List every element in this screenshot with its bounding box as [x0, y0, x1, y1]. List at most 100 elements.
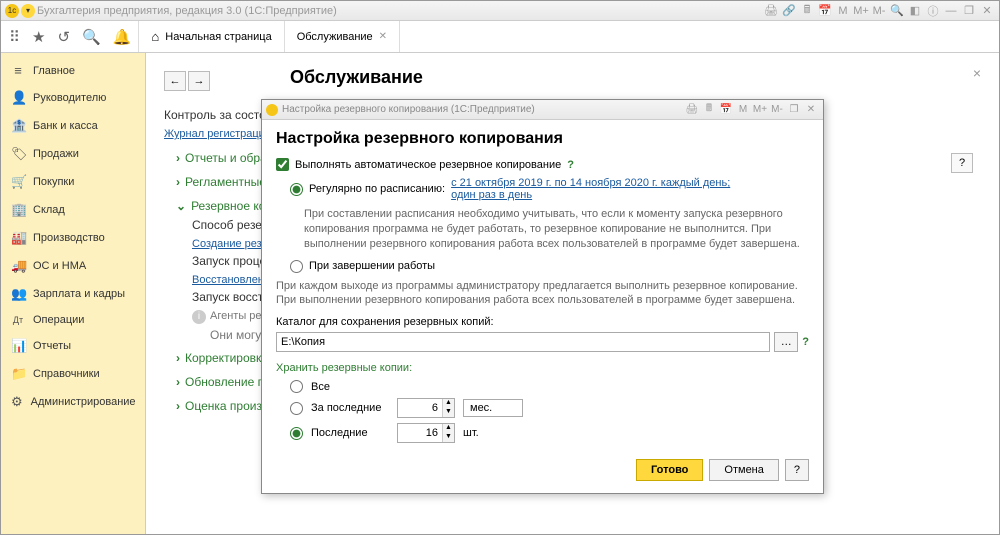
sidebar-item-label: Операции [33, 314, 84, 326]
bell-icon[interactable]: 🔔 [113, 28, 132, 46]
catalog-input[interactable] [276, 332, 770, 352]
maximize-icon[interactable]: ❐ [961, 4, 977, 18]
calendar-icon[interactable]: 📅 [817, 4, 833, 18]
sidebar-item-label: Справочники [33, 368, 100, 380]
tag-icon: 🏷 [11, 146, 25, 162]
sidebar-item-sales[interactable]: 🏷Продажи [1, 140, 145, 168]
up-icon[interactable]: ▲ [443, 399, 454, 408]
sidebar-item-operations[interactable]: ДтОперации [1, 308, 145, 332]
home-icon: ⌂ [151, 29, 159, 44]
truck-icon: 🚚 [11, 258, 25, 274]
sidebar-item-catalogs[interactable]: 📁 Справочники [1, 360, 145, 388]
print-icon[interactable]: 🖨 [763, 4, 779, 18]
gear-icon: ⚙ [11, 394, 23, 410]
sidebar-item-reports[interactable]: 📊Отчеты [1, 332, 145, 360]
m-plus-icon[interactable]: M+ [853, 4, 869, 18]
content-close-icon[interactable]: × [973, 65, 981, 81]
lastcount-spinner[interactable]: ▲▼ [397, 423, 455, 443]
building-icon: 🏢 [11, 202, 25, 218]
dialog-help-button[interactable]: ? [785, 459, 809, 481]
sidebar-item-bank[interactable]: 🏦Банк и касса [1, 112, 145, 140]
down-icon[interactable]: ▼ [443, 408, 454, 417]
search-toolbar-icon[interactable]: 🔍 [82, 28, 101, 46]
sidebar-item-label: ОС и НМА [33, 260, 86, 272]
link-icon[interactable]: 🔗 [781, 4, 797, 18]
calc-icon[interactable]: 🖩 [799, 4, 815, 18]
auto-backup-checkbox[interactable] [276, 158, 289, 171]
dialog-m-icon[interactable]: M [735, 103, 751, 117]
page-title: Обслуживание [290, 67, 423, 88]
auto-backup-label: Выполнять автоматическое резервное копир… [295, 159, 561, 171]
retain-label: Хранить резервные копии: [276, 362, 809, 374]
catalog-help-icon[interactable]: ? [802, 336, 809, 348]
up-icon[interactable]: ▲ [443, 424, 454, 433]
m-icon[interactable]: M [835, 4, 851, 18]
panel-icon[interactable]: ◧ [907, 4, 923, 18]
dialog-app-icon [266, 104, 278, 116]
lastn-spinner[interactable]: ▲▼ [397, 398, 455, 418]
forward-button[interactable]: → [188, 71, 210, 91]
schedule-link[interactable]: с 21 октября 2019 г. по 14 ноября 2020 г… [451, 177, 751, 201]
info-icon[interactable]: ⓘ [925, 4, 941, 18]
dialog-heading: Настройка резервного копирования [276, 130, 809, 148]
lastn-input[interactable] [398, 399, 442, 417]
window-title: Бухгалтерия предприятия, редакция 3.0 (1… [37, 5, 763, 17]
search-icon[interactable]: 🔍 [889, 4, 905, 18]
menu-icon: ≡ [11, 63, 25, 78]
minimize-icon[interactable]: — [943, 4, 959, 18]
lastn-unit[interactable]: мес. [463, 399, 523, 417]
tab-close-icon[interactable]: ✕ [379, 31, 387, 42]
tab-home[interactable]: ⌂ Начальная страница [138, 21, 284, 52]
person-icon: 👤 [11, 90, 25, 106]
dialog-close-icon[interactable]: ✕ [803, 103, 819, 117]
sidebar-item-label: Склад [33, 204, 65, 216]
schedule-radio-label: Регулярно по расписанию: [309, 183, 445, 195]
schedule-radio[interactable] [290, 183, 303, 196]
back-button[interactable]: ← [164, 71, 186, 91]
sidebar-item-main[interactable]: ≡ Главное [1, 57, 145, 84]
apps-icon[interactable]: ⠿ [9, 28, 20, 46]
bank-icon: 🏦 [11, 118, 25, 134]
star-icon[interactable]: ★ [32, 28, 45, 46]
dialog-titlebar: Настройка резервного копирования (1С:Пре… [262, 100, 823, 120]
browse-button[interactable]: … [774, 332, 798, 352]
content-help-button[interactable]: ? [951, 153, 973, 173]
sidebar-item-payroll[interactable]: 👥Зарплата и кадры [1, 280, 145, 308]
ready-button[interactable]: Готово [636, 459, 703, 481]
retain-lastcount-label: Последние [311, 427, 389, 439]
sidebar-item-warehouse[interactable]: 🏢 Склад [1, 196, 145, 224]
titlebar-controls: 🖨 🔗 🖩 📅 M M+ M- 🔍 ◧ ⓘ — ❐ ✕ [763, 4, 995, 18]
dialog-m-plus-icon[interactable]: M+ [752, 103, 768, 117]
retain-lastcount-radio[interactable] [290, 427, 303, 440]
dialog-calc-icon[interactable]: 🖩 [701, 103, 717, 117]
dialog-title: Настройка резервного копирования (1С:Пре… [282, 104, 684, 115]
dialog-restore-icon[interactable]: ❐ [786, 103, 802, 117]
down-icon[interactable]: ▼ [443, 433, 454, 442]
cancel-button[interactable]: Отмена [709, 459, 778, 481]
lastcount-unit: шт. [463, 427, 479, 439]
tab-service[interactable]: Обслуживание ✕ [284, 21, 400, 52]
tab-service-label: Обслуживание [297, 31, 373, 43]
folder-icon: 📁 [11, 366, 25, 382]
sidebar-item-label: Главное [33, 65, 75, 77]
sidebar-item-purchases[interactable]: 🛒Покупки [1, 168, 145, 196]
help-icon[interactable]: ? [567, 159, 574, 171]
retain-all-label: Все [311, 381, 330, 393]
retain-all-radio[interactable] [290, 380, 303, 393]
sidebar-item-admin[interactable]: ⚙Администрирование [1, 388, 145, 416]
close-icon[interactable]: ✕ [979, 4, 995, 18]
sidebar-item-production[interactable]: 🏭Производство [1, 224, 145, 252]
dialog-m-minus-icon[interactable]: M- [769, 103, 785, 117]
sidebar-item-manager[interactable]: 👤Руководителю [1, 84, 145, 112]
titlebar: 1c ▾ Бухгалтерия предприятия, редакция 3… [1, 1, 999, 21]
journal-link[interactable]: Журнал регистрации [164, 128, 271, 140]
onexit-radio[interactable] [290, 260, 303, 273]
dialog-calendar-icon[interactable]: 📅 [718, 103, 734, 117]
history-icon[interactable]: ↺ [57, 28, 70, 46]
dialog-print-icon[interactable]: 🖨 [684, 103, 700, 117]
lastcount-input[interactable] [398, 424, 442, 442]
retain-lastn-radio[interactable] [290, 402, 303, 415]
m-minus-icon[interactable]: M- [871, 4, 887, 18]
dialog-footer: Готово Отмена ? [276, 459, 809, 481]
sidebar-item-assets[interactable]: 🚚 ОС и НМА [1, 252, 145, 280]
